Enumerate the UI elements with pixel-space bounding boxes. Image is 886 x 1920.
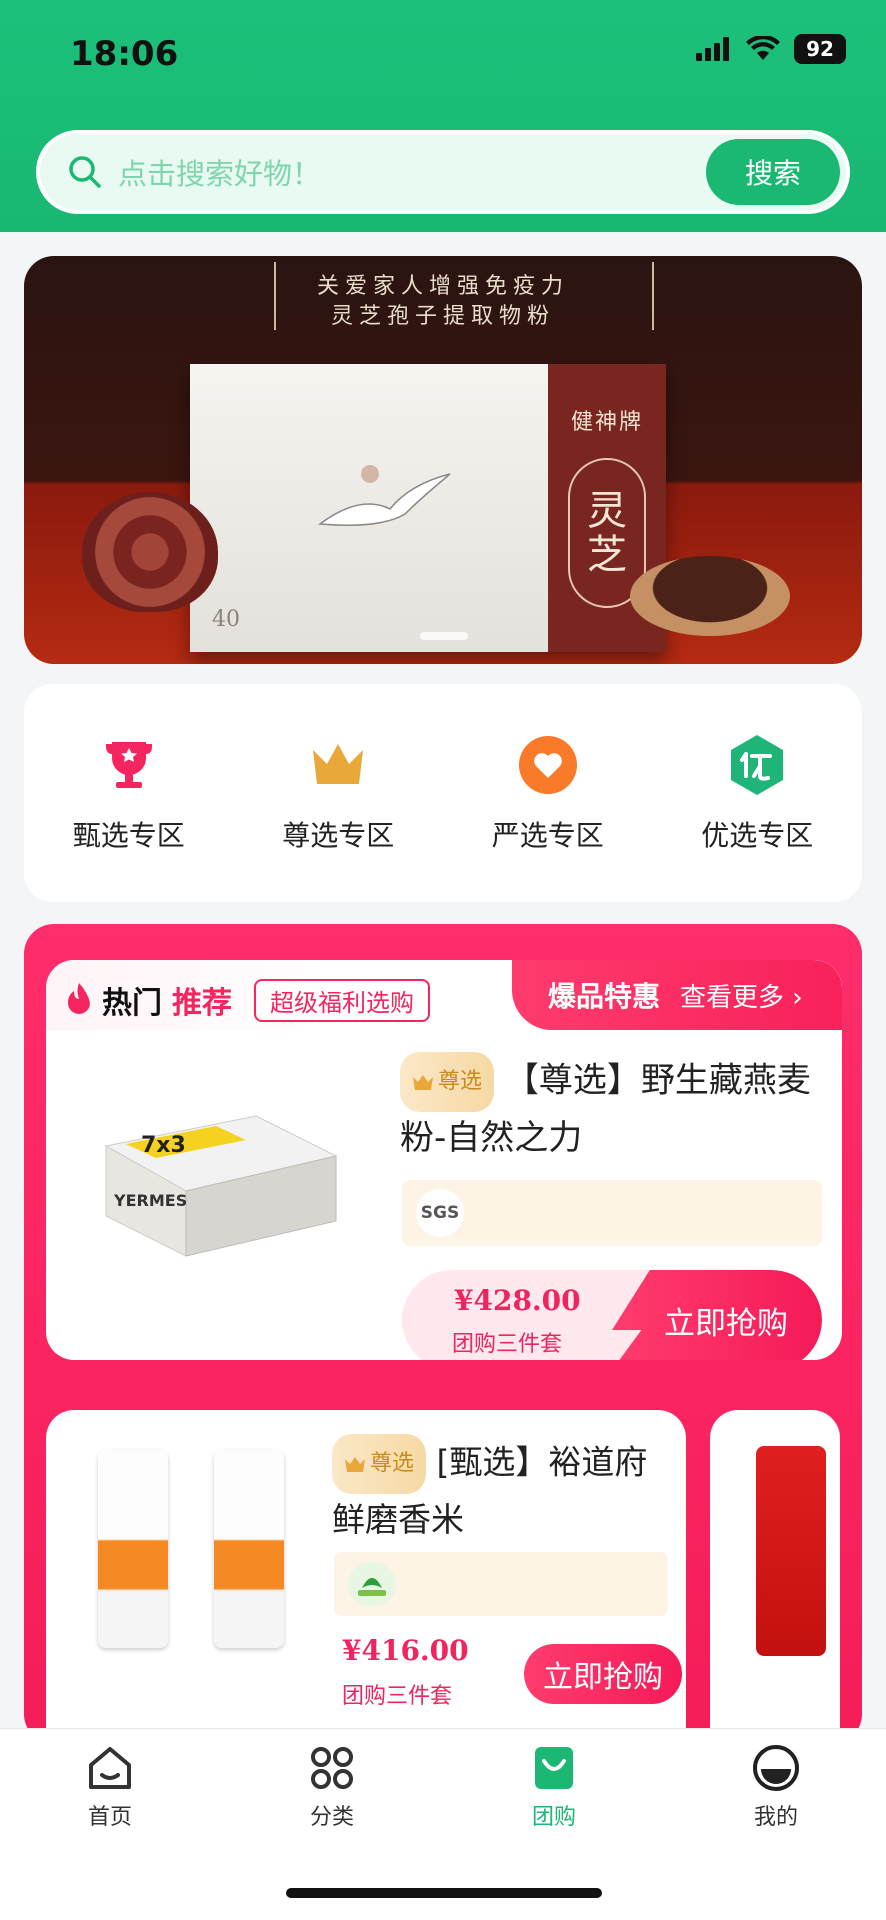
banner-product-box: 健神牌 灵 芝 40 [190,364,666,652]
category-yanxuan[interactable]: 严选专区 [443,684,653,902]
tab-profile[interactable]: 我的 [706,1743,846,1831]
product-title-row[interactable]: 尊选 【尊选】野生藏燕麦粉-自然之力 [400,1052,830,1164]
featured-product-card[interactable]: 热门 推荐 超级福利选购 爆品特惠 查看更多 › 7x3 YERMES 尊选 【… [46,960,842,1360]
search-bar[interactable]: 点击搜索好物！ 搜索 [36,130,850,214]
banner-box-title-char2: 芝 [587,532,627,578]
premium-badge: 尊选 [332,1434,427,1494]
tab-label: 首页 [87,1805,132,1830]
category-label: 尊选专区 [282,819,395,852]
category-icon [311,1747,353,1789]
certification-bar [334,1552,668,1616]
buy-now-button[interactable]: 立即抢购 [524,1644,682,1704]
rice-bag-image [98,1450,168,1648]
category-grid: 甄选专区 尊选专区 严选专区 优选专区 [24,684,862,902]
crown-icon [413,1075,433,1090]
status-time: 18:06 [70,34,179,74]
product-title-row[interactable]: 尊选 [甄选】裕道府鲜磨香米 [332,1434,672,1546]
sgs-logo: SGS [416,1189,464,1237]
category-label: 甄选专区 [72,819,185,852]
status-icons: 92 [696,34,846,64]
price-note: 团购三件套 [342,1684,453,1709]
badge-label: 尊选 [438,1069,483,1094]
hot-section-header: 热门 推荐 超级福利选购 爆品特惠 查看更多 › [46,960,842,1030]
svg-text:YERMES: YERMES [113,1191,187,1210]
crown-icon [313,744,364,784]
heart-icon [518,736,577,794]
category-youxuan[interactable]: 优选专区 [653,684,863,902]
hot-title-part2: 推荐 [172,986,232,1021]
tab-group-buy[interactable]: 团购 [484,1743,624,1831]
svg-text:7x3: 7x3 [141,1133,186,1158]
category-label: 严选专区 [491,819,604,852]
powder-bowl-image [630,556,790,636]
crane-illustration-icon [317,465,451,526]
deals-header[interactable]: 爆品特惠 查看更多 › [512,960,842,1030]
buy-panel[interactable]: ¥428.00 团购三件套 立即抢购 [402,1270,822,1360]
category-zhenxuan[interactable]: 甄选专区 [24,684,234,902]
hot-recommend-section: 热门 推荐 超级福利选购 爆品特惠 查看更多 › 7x3 YERMES 尊选 【… [24,924,862,1744]
red-rice-bag-image [756,1446,826,1656]
flame-icon [68,983,90,1014]
header: 18:06 92 点击搜索好物！ 搜索 [0,0,886,232]
profile-icon [753,1745,799,1791]
product-price: ¥428.00 [454,1284,581,1317]
tab-label: 分类 [309,1805,354,1830]
tab-label: 我的 [753,1805,798,1830]
tab-category[interactable]: 分类 [262,1743,402,1831]
banner-box-title-char1: 灵 [587,488,627,534]
category-label: 优选专区 [701,819,814,852]
cellular-signal-icon [696,37,729,61]
banner-pagination-dot [420,632,468,640]
green-product-logo-icon [348,1562,396,1606]
search-button[interactable]: 搜索 [706,139,840,205]
promo-banner[interactable]: 关爱家人增强免疫力 灵芝孢子提取物粉 健神牌 灵 芝 40 [24,256,862,664]
tab-label: 团购 [531,1805,576,1830]
trophy-icon [105,742,152,788]
certification-bar: SGS [402,1180,822,1246]
badge-label: 尊选 [370,1451,415,1476]
banner-subheadline: 灵芝孢子提取物粉 [330,304,555,329]
tab-home[interactable]: 首页 [40,1743,180,1831]
banner-box-number: 40 [212,607,240,632]
excellent-icon [731,735,784,795]
group-buy-icon [535,1747,573,1789]
deals-title: 爆品特惠 [548,980,661,1013]
wifi-icon [746,36,780,60]
price-note: 团购三件套 [452,1332,563,1357]
banner-headline: 关爱家人增强免疫力 [316,274,569,299]
crown-icon [345,1457,365,1472]
home-indicator [286,1888,602,1898]
rice-bag-image [214,1450,284,1648]
hot-title: 热门 推荐 超级福利选购 [66,978,430,1022]
see-more-link[interactable]: 查看更多 › [680,977,803,1014]
home-icon [89,1747,131,1789]
buy-now-button[interactable]: 立即抢购 [612,1270,822,1360]
product-price: ¥416.00 [342,1634,469,1667]
category-zunxuan[interactable]: 尊选专区 [234,684,444,902]
product-card-partial[interactable] [710,1410,840,1744]
search-input[interactable]: 点击搜索好物！ [118,151,706,193]
premium-badge: 尊选 [400,1052,495,1112]
page: 18:06 92 点击搜索好物！ 搜索 关爱家人增强免疫力 灵芝孢子提取物粉 健… [0,0,886,1920]
product-card[interactable]: 尊选 [甄选】裕道府鲜磨香米 ¥416.00 团购三件套 立即抢购 [46,1410,686,1744]
search-icon [69,156,101,188]
oat-powder-product-image: 7x3 YERMES [104,1115,338,1257]
battery-indicator: 92 [794,34,846,64]
welfare-tag: 超级福利选购 [254,978,430,1022]
lingzhi-mushroom-image [82,492,218,612]
banner-box-brand: 健神牌 [570,410,643,435]
hot-title-part1: 热门 [102,986,162,1021]
